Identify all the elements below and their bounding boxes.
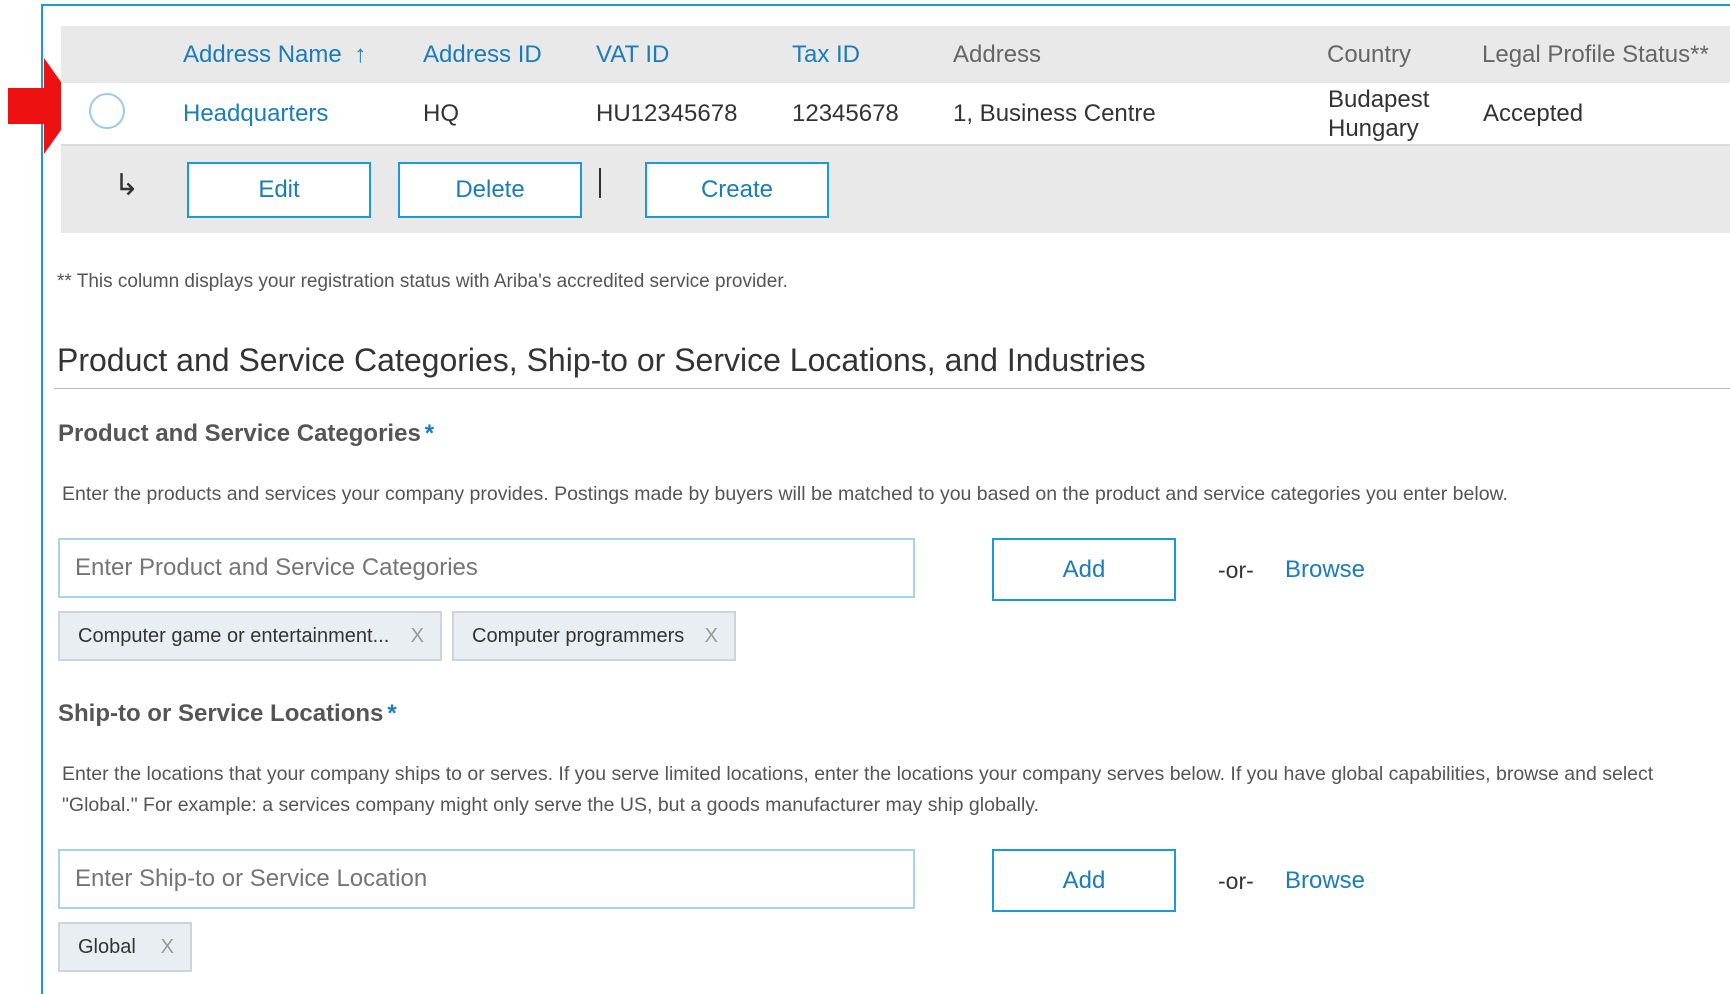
chip-label: Computer game or entertainment... (78, 625, 390, 647)
locations-description-line: Enter the locations that your company sh… (62, 763, 1654, 785)
remove-chip-icon[interactable]: X (161, 924, 174, 970)
locations-input[interactable] (58, 849, 915, 909)
section-title: Product and Service Categories, Ship-to … (57, 342, 1146, 378)
edit-button[interactable]: Edit (187, 162, 371, 218)
locations-heading: Ship-to or Service Locations * (58, 700, 397, 728)
categories-heading-label: Product and Service Categories (58, 420, 421, 447)
delete-button[interactable]: Delete (398, 162, 582, 218)
remove-chip-icon[interactable]: X (411, 613, 424, 659)
locations-heading-label: Ship-to or Service Locations (58, 700, 384, 727)
categories-heading: Product and Service Categories * (58, 420, 434, 448)
categories-input[interactable] (58, 538, 915, 598)
address-table-header: Address Name ↑ Address ID VAT ID Tax ID … (61, 26, 1730, 83)
browse-categories-link[interactable]: Browse (1285, 556, 1365, 584)
locations-description: Enter the locations that your company sh… (62, 759, 1722, 821)
required-mark: * (387, 700, 397, 727)
vat-id-cell: HU12345678 (596, 100, 738, 127)
legal-status-cell: Accepted (1483, 100, 1584, 127)
section-divider (54, 388, 1730, 389)
column-header-country: Country (1327, 41, 1412, 68)
row-select-radio[interactable] (89, 93, 125, 129)
address-cell: 1, Business Centre (953, 100, 1156, 127)
column-header-tax-id[interactable]: Tax ID (792, 26, 860, 83)
column-header-vat-id[interactable]: VAT ID (596, 26, 669, 83)
required-mark: * (424, 420, 435, 447)
categories-description: Enter the products and services your com… (62, 483, 1508, 505)
address-id-cell: HQ (423, 100, 459, 127)
button-divider (599, 168, 601, 198)
column-header-address-id[interactable]: Address ID (423, 26, 542, 83)
table-row[interactable]: Headquarters HQ HU12345678 12345678 1, B… (61, 83, 1730, 146)
or-label: -or- (1218, 868, 1254, 894)
remove-chip-icon[interactable]: X (705, 613, 718, 659)
tax-id-cell: 12345678 (792, 100, 899, 127)
add-location-button[interactable]: Add (992, 849, 1176, 912)
corner-down-right-icon: ↳ (114, 169, 140, 202)
location-chip: Global X (58, 922, 192, 972)
row-action-bar: ↳ Edit Delete Create (61, 146, 1730, 233)
chip-label: Computer programmers (472, 625, 685, 647)
browse-locations-link[interactable]: Browse (1285, 867, 1365, 895)
address-name-link[interactable]: Headquarters (183, 100, 328, 128)
legal-status-footnote: ** This column displays your registratio… (57, 271, 788, 292)
column-header-address: Address (953, 41, 1042, 68)
category-chip: Computer programmers X (452, 611, 736, 661)
column-header-legal-profile-status: Legal Profile Status** (1482, 41, 1709, 68)
locations-description-line: "Global." For example: a services compan… (62, 794, 1040, 816)
sort-ascending-icon: ↑ (354, 41, 367, 68)
or-label: -or- (1218, 557, 1254, 583)
create-button[interactable]: Create (645, 162, 829, 218)
country-name: Hungary (1328, 115, 1419, 142)
chip-label: Global (78, 936, 136, 958)
country-cell: Budapest Hungary (1328, 85, 1429, 143)
add-category-button[interactable]: Add (992, 538, 1176, 601)
category-chip: Computer game or entertainment... X (58, 611, 442, 661)
column-header-label: Address Name (183, 41, 342, 68)
column-header-address-name[interactable]: Address Name ↑ (183, 26, 366, 83)
country-city: Budapest (1328, 86, 1430, 113)
